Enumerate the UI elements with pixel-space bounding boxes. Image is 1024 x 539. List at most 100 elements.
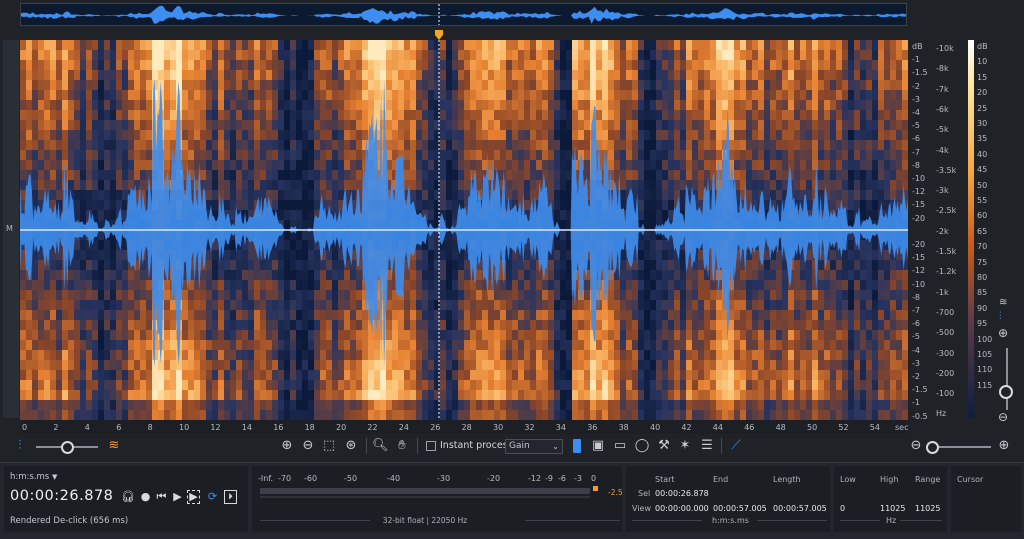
spectrogram-cell — [398, 40, 405, 51]
spectrogram-cell — [206, 140, 213, 151]
spectrogram-cell — [668, 290, 675, 301]
spectrogram-cell — [434, 350, 441, 361]
spectrogram-cell — [164, 300, 171, 311]
spectrogram-cell — [152, 90, 159, 101]
spectrogram-cell — [236, 110, 243, 121]
spectrogram-cell — [680, 300, 687, 311]
spectrogram-cell — [50, 310, 57, 321]
spectrogram-cell — [230, 280, 237, 291]
spectrogram-cell — [704, 330, 711, 341]
spectrogram-cell — [782, 350, 789, 361]
spectrogram-cell — [536, 110, 543, 121]
spectrogram-cell — [428, 200, 435, 211]
spectrogram-cell — [380, 60, 387, 71]
spectrogram-cell — [56, 340, 63, 351]
spectrogram-cell — [20, 380, 27, 391]
spectrogram-cell — [212, 110, 219, 121]
spectrogram-cell — [674, 390, 681, 401]
spectrogram-cell — [62, 280, 69, 291]
spectrogram-cell — [308, 40, 315, 51]
spectrogram-cell — [50, 50, 57, 61]
spectrogram-cell — [566, 330, 573, 341]
spectrogram-cell — [218, 410, 225, 420]
spectrogram-view[interactable] — [20, 40, 908, 420]
spectrogram-cell — [116, 100, 123, 111]
spectrogram-cell — [404, 410, 411, 420]
spectrogram-cell — [428, 350, 435, 361]
spectrogram-cell — [584, 60, 591, 71]
spectrogram-cell — [602, 90, 609, 101]
spectrogram-cell — [716, 410, 723, 420]
spectrogram-cell — [608, 400, 615, 411]
spectrogram-cell — [284, 210, 291, 221]
spectrogram-cell — [428, 390, 435, 401]
spectrogram-cell — [542, 370, 549, 381]
spectrogram-cell — [50, 180, 57, 191]
spectrogram-cell — [602, 110, 609, 121]
spectrogram-cell — [266, 360, 273, 371]
spectrogram-cell — [68, 80, 75, 91]
spectrogram-cell — [362, 350, 369, 361]
spectrogram-cell — [314, 110, 321, 121]
spectrogram-cell — [728, 100, 735, 111]
spectrogram-cell — [650, 50, 657, 61]
spectrogram-cell — [140, 40, 147, 51]
spectrogram-cell — [194, 70, 201, 81]
spectrogram-cell — [698, 90, 705, 101]
spectrogram-cell — [140, 160, 147, 171]
spectrogram-cell — [488, 160, 495, 171]
spectrogram-cell — [116, 300, 123, 311]
spectrogram-cell — [374, 60, 381, 71]
spectrogram-cell — [368, 350, 375, 361]
spectrogram-cell — [350, 60, 357, 71]
spectrogram-cell — [506, 40, 513, 51]
overview-waveform[interactable] — [20, 3, 907, 26]
spectrogram-cell — [290, 390, 297, 401]
spectrogram-cell — [272, 50, 279, 61]
spectrogram-cell — [740, 90, 747, 101]
spectrogram-cell — [164, 130, 171, 141]
spectrogram-cell — [800, 400, 807, 411]
spectrogram-cell — [290, 120, 297, 131]
spectrogram-cell — [644, 120, 651, 131]
spectrogram-cell — [416, 40, 423, 51]
spectrogram-cell — [308, 190, 315, 201]
spectrogram-cell — [32, 280, 39, 291]
spectrogram-cell — [524, 250, 531, 261]
spectrogram-cell — [86, 290, 93, 301]
spectrogram-cell — [38, 110, 45, 121]
spectrogram-cell — [680, 70, 687, 81]
spectrogram-cell — [206, 90, 213, 101]
spectrogram-cell — [668, 250, 675, 261]
spectrogram-cell — [614, 320, 621, 331]
spectrogram-cell — [56, 380, 63, 391]
spectrogram-cell — [290, 200, 297, 211]
spectrogram-cell — [92, 140, 99, 151]
spectrogram-cell — [608, 350, 615, 361]
spectrogram-cell — [380, 80, 387, 91]
spectrogram-cell — [452, 110, 459, 121]
spectrogram-cell — [554, 290, 561, 301]
spectrogram-cell — [314, 390, 321, 401]
spectrogram-cell — [74, 410, 81, 420]
spectrogram-cell — [800, 410, 807, 420]
spectrogram-cell — [356, 90, 363, 101]
spectrogram-cell — [512, 70, 519, 81]
spectrogram-cell — [422, 130, 429, 141]
spectrogram-cell — [602, 400, 609, 411]
spectrogram-cell — [404, 130, 411, 141]
spectrogram-cell — [626, 50, 633, 61]
spectrogram-cell — [446, 130, 453, 141]
spectrogram-cell — [620, 80, 627, 91]
spectrogram-cell — [638, 130, 645, 141]
spectrogram-cell — [692, 270, 699, 281]
spectrogram-cell — [800, 300, 807, 311]
spectrogram-cell — [536, 130, 543, 141]
spectrogram-cell — [746, 100, 753, 111]
spectrogram-cell — [218, 150, 225, 161]
spectrogram-cell — [758, 330, 765, 341]
spectrogram-cell — [518, 280, 525, 291]
spectrogram-cell — [320, 320, 327, 331]
spectrogram-cell — [614, 340, 621, 351]
spectrogram-cell — [32, 260, 39, 271]
